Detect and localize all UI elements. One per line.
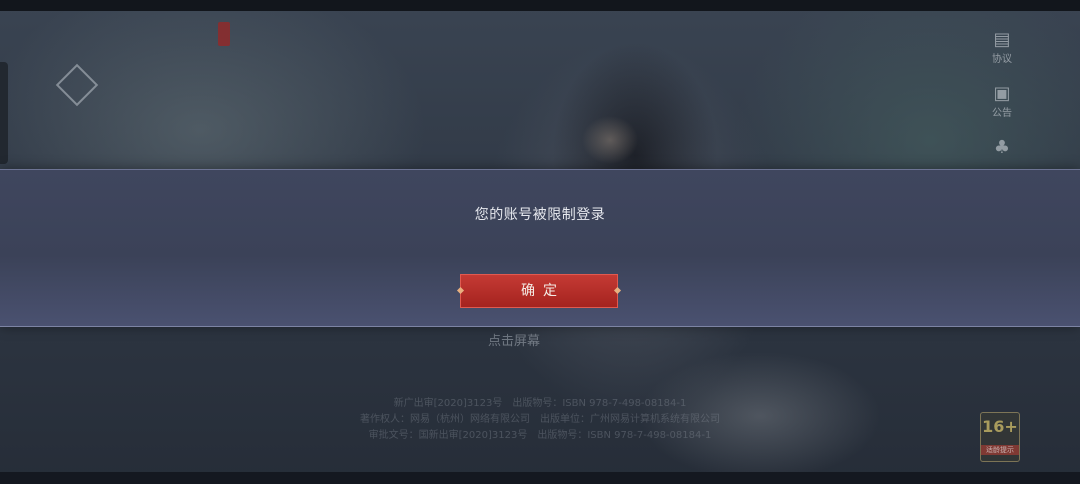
notice-label: 公告 <box>992 108 1012 119</box>
age-rating-number: 16+ <box>982 417 1018 436</box>
agreement-label: 协议 <box>992 54 1012 65</box>
logo-seal-stamp <box>218 22 230 46</box>
status-bar <box>0 0 1080 11</box>
dialog-message: 您的账号被限制登录 <box>474 207 606 223</box>
notice-icon: ▣ <box>993 83 1011 104</box>
footer-line: 新广出审[2020]3123号 出版物号：ISBN 978-7-498-0818… <box>393 398 687 409</box>
login-restricted-dialog: 您的账号被限制登录 确定 <box>0 169 1080 327</box>
tap-to-start-hint: 点击屏幕 <box>488 334 541 349</box>
button-corner-ornament <box>613 286 622 295</box>
age-rating-label: 适龄提示 <box>981 445 1019 455</box>
side-drawer-handle[interactable] <box>0 62 8 164</box>
character-face <box>575 110 645 170</box>
confirm-button-label: 确定 <box>521 283 565 299</box>
agreement-button[interactable]: ▤ 协议 <box>986 30 1018 66</box>
confirm-button[interactable]: 确定 <box>456 274 622 308</box>
document-icon: ▤ <box>993 29 1011 50</box>
age-rating-badge[interactable]: 16+ 适龄提示 <box>980 412 1020 462</box>
people-icon: ♣ <box>993 137 1011 158</box>
notice-button[interactable]: ▣ 公告 <box>986 84 1018 120</box>
footer-line: 著作权人：网易（杭州）网络有限公司 出版单位：广州网易计算机系统有限公司 <box>360 414 720 425</box>
bottom-bar <box>0 472 1080 484</box>
people-button[interactable]: ♣ <box>986 138 1018 158</box>
button-corner-ornament <box>456 286 465 295</box>
copyright-footer: 新广出审[2020]3123号 出版物号：ISBN 978-7-498-0818… <box>0 396 1080 444</box>
footer-line: 审批文号：国新出审[2020]3123号 出版物号：ISBN 978-7-498… <box>368 430 712 441</box>
